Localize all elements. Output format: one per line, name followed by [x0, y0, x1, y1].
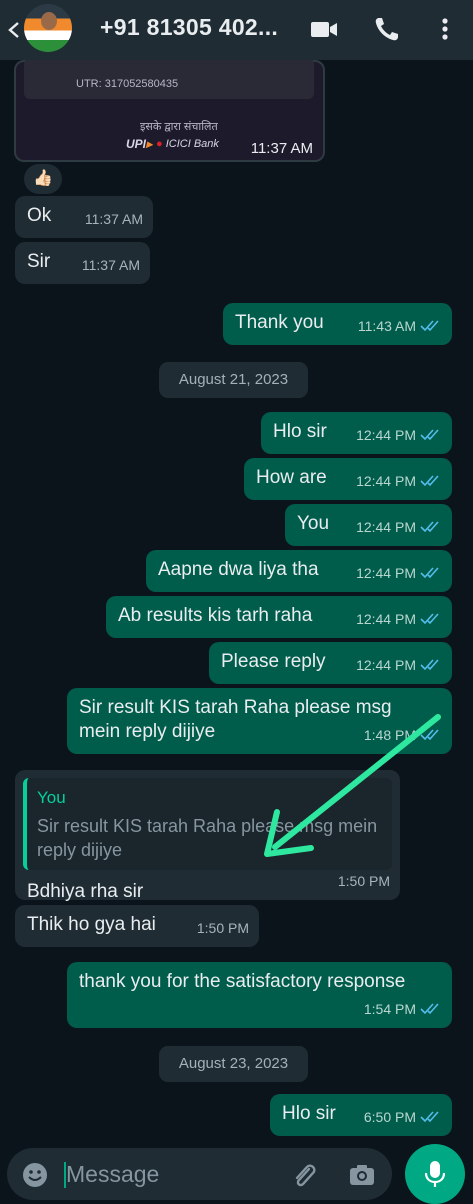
- read-receipt-icon: [420, 475, 439, 487]
- message-incoming[interactable]: Ok 11:37 AM: [15, 196, 153, 238]
- back-arrow-icon[interactable]: [6, 22, 20, 38]
- read-receipt-icon: [420, 613, 439, 625]
- message-text: Hlo sir: [273, 421, 327, 442]
- message-time: 12:44 PM: [356, 519, 416, 535]
- message-input[interactable]: Message: [7, 1148, 392, 1200]
- message-text: Aapne dwa liya tha: [158, 559, 319, 580]
- receipt-time: 11:37 AM: [250, 140, 313, 157]
- read-receipt-icon: [420, 429, 439, 441]
- read-receipt-icon: [420, 659, 439, 671]
- message-time: 12:44 PM: [356, 611, 416, 627]
- message-time: 11:37 AM: [84, 211, 143, 227]
- message-text: How are: [256, 467, 327, 488]
- chat-messages[interactable]: UTR: 317052580435 इसके द्वारा संचालित UP…: [0, 60, 473, 1140]
- message-text: thank you for the satisfactory response: [79, 971, 406, 992]
- message-text: Thank you: [235, 312, 324, 333]
- message-outgoing[interactable]: You 12:44 PM: [285, 504, 452, 546]
- message-outgoing[interactable]: How are 12:44 PM: [244, 458, 452, 500]
- message-time: 11:43 AM: [357, 318, 416, 334]
- mic-icon: [424, 1161, 446, 1187]
- message-outgoing[interactable]: thank you for the satisfactory response …: [67, 962, 452, 1028]
- message-outgoing[interactable]: Aapne dwa liya tha 12:44 PM: [146, 550, 452, 592]
- thumbs-up-icon: 👍🏻: [33, 170, 53, 187]
- contact-name[interactable]: +91 81305 402...: [100, 14, 288, 41]
- message-text: Ab results kis tarh raha: [118, 605, 313, 626]
- message-incoming[interactable]: Thik ho gya hai 1:50 PM: [15, 905, 259, 947]
- message-text: Ok: [27, 205, 52, 226]
- message-text: You: [297, 513, 330, 534]
- message-outgoing[interactable]: Hlo sir 12:44 PM: [261, 412, 452, 454]
- message-time: 12:44 PM: [356, 565, 416, 581]
- more-options-icon[interactable]: [430, 14, 460, 44]
- voice-record-button[interactable]: [405, 1144, 465, 1204]
- reaction-chip[interactable]: 👍🏻: [24, 164, 62, 194]
- chat-header: +91 81305 402...: [0, 0, 473, 60]
- message-time: 11:37 AM: [81, 257, 140, 273]
- read-receipt-icon: [420, 1003, 439, 1015]
- message-outgoing[interactable]: Hlo sir 6:50 PM: [270, 1094, 452, 1136]
- message-time: 1:50 PM: [337, 873, 390, 889]
- message-placeholder: Message: [66, 1161, 160, 1187]
- contact-avatar[interactable]: [24, 4, 72, 52]
- message-incoming[interactable]: Sir 11:37 AM: [15, 242, 150, 284]
- camera-icon[interactable]: [347, 1160, 377, 1190]
- message-time: 12:44 PM: [356, 473, 416, 489]
- message-text: Hlo sir: [282, 1103, 336, 1124]
- message-time: 12:44 PM: [356, 427, 416, 443]
- date-separator: August 21, 2023: [159, 362, 308, 398]
- read-receipt-icon: [420, 1111, 439, 1123]
- voice-call-icon[interactable]: [372, 14, 402, 44]
- read-receipt-icon: [420, 320, 439, 332]
- message-time: 6:50 PM: [363, 1109, 416, 1125]
- message-text: Bdhiya rha sir: [27, 881, 144, 902]
- message-time: 1:50 PM: [196, 920, 249, 936]
- date-separator: August 23, 2023: [159, 1046, 308, 1082]
- bank-logo: ● ICICI Bank: [156, 138, 219, 150]
- read-receipt-icon: [420, 567, 439, 579]
- attach-icon[interactable]: [289, 1160, 319, 1190]
- emoji-icon[interactable]: [21, 1161, 49, 1189]
- message-text: Sir: [27, 251, 51, 272]
- read-receipt-icon: [420, 521, 439, 533]
- message-time: 1:54 PM: [363, 1001, 416, 1017]
- receipt-utr: UTR: 317052580435: [76, 78, 179, 90]
- message-text: Thik ho gya hai: [27, 914, 156, 935]
- message-outgoing[interactable]: Thank you 11:43 AM: [223, 303, 452, 345]
- annotation-arrow: [264, 714, 441, 857]
- message-outgoing[interactable]: Ab results kis tarh raha 12:44 PM: [106, 596, 452, 638]
- message-outgoing[interactable]: Please reply 12:44 PM: [209, 642, 452, 684]
- payment-receipt-bubble[interactable]: UTR: 317052580435 इसके द्वारा संचालित UP…: [14, 60, 325, 162]
- message-text: Please reply: [221, 651, 326, 672]
- video-call-icon[interactable]: [309, 14, 339, 44]
- message-time: 12:44 PM: [356, 657, 416, 673]
- upi-logo: UPI▸: [126, 137, 153, 151]
